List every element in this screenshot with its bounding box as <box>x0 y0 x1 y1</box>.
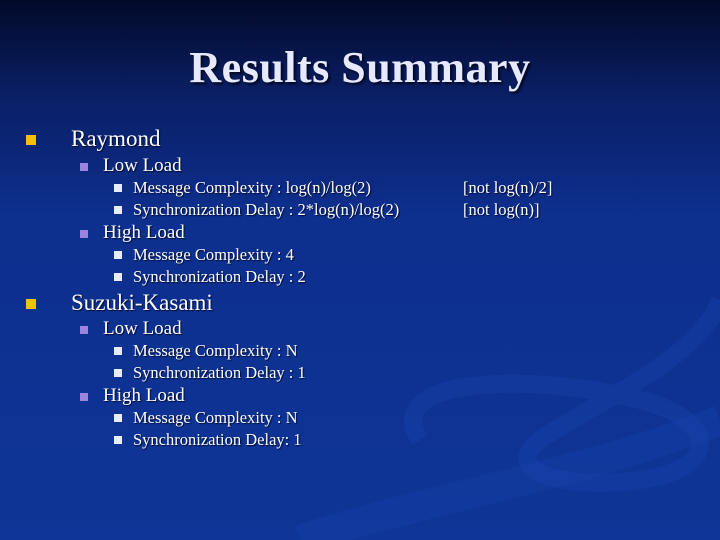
bullet-label: High Load <box>103 222 185 243</box>
bullet-label: Message Complexity : log(n)/log(2) <box>133 178 371 197</box>
square-bullet-icon <box>114 251 122 259</box>
bullet-label: High Load <box>103 385 185 406</box>
bullet-suzuki-low-load: Low Load <box>80 318 182 340</box>
square-bullet-icon <box>26 135 36 145</box>
square-bullet-icon <box>114 273 122 281</box>
bullet-raymond-high-load: High Load <box>80 222 185 244</box>
bullet-label: Low Load <box>103 318 182 339</box>
bullet-raymond: Raymond <box>26 126 161 152</box>
bullet-raymond-low-msg-complexity: Message Complexity : log(n)/log(2) <box>114 178 371 198</box>
bullet-label: Suzuki-Kasami <box>71 290 213 315</box>
bullet-label: Low Load <box>103 155 182 176</box>
bullet-suzuki-kasami: Suzuki-Kasami <box>26 290 213 316</box>
bullet-suzuki-low-sync-delay: Synchronization Delay : 1 <box>114 363 306 383</box>
square-bullet-icon <box>114 414 122 422</box>
square-bullet-icon <box>114 206 122 214</box>
bullet-label: Synchronization Delay : 1 <box>133 363 306 382</box>
bullet-raymond-high-sync-delay: Synchronization Delay : 2 <box>114 267 306 287</box>
square-bullet-icon <box>114 369 122 377</box>
bullet-raymond-low-sync-delay: Synchronization Delay : 2*log(n)/log(2) <box>114 200 400 220</box>
square-bullet-icon <box>114 436 122 444</box>
bullet-suzuki-high-load: High Load <box>80 385 185 407</box>
bullet-label: Synchronization Delay : 2 <box>133 267 306 286</box>
bullet-label: Message Complexity : N <box>133 408 298 427</box>
square-bullet-icon <box>80 393 88 401</box>
bullet-label: Message Complexity : N <box>133 341 298 360</box>
square-bullet-icon <box>114 184 122 192</box>
square-bullet-icon <box>26 299 36 309</box>
bullet-suzuki-low-msg-complexity: Message Complexity : N <box>114 341 298 361</box>
note-msg-complexity: [not log(n)/2] <box>463 178 553 197</box>
square-bullet-icon <box>80 326 88 334</box>
bullet-label: Message Complexity : 4 <box>133 245 294 264</box>
bullet-suzuki-high-sync-delay: Synchronization Delay: 1 <box>114 430 302 450</box>
bullet-raymond-high-msg-complexity: Message Complexity : 4 <box>114 245 294 265</box>
note-sync-delay: [not log(n)] <box>463 200 540 219</box>
square-bullet-icon <box>80 230 88 238</box>
square-bullet-icon <box>114 347 122 355</box>
square-bullet-icon <box>80 163 88 171</box>
bullet-raymond-low-load: Low Load <box>80 155 182 177</box>
bullet-label: Synchronization Delay : 2*log(n)/log(2) <box>133 200 400 219</box>
bullet-suzuki-high-msg-complexity: Message Complexity : N <box>114 408 298 428</box>
bullet-label: Raymond <box>71 126 161 151</box>
bullet-label: Synchronization Delay: 1 <box>133 430 302 449</box>
slide-title: Results Summary <box>189 43 531 92</box>
